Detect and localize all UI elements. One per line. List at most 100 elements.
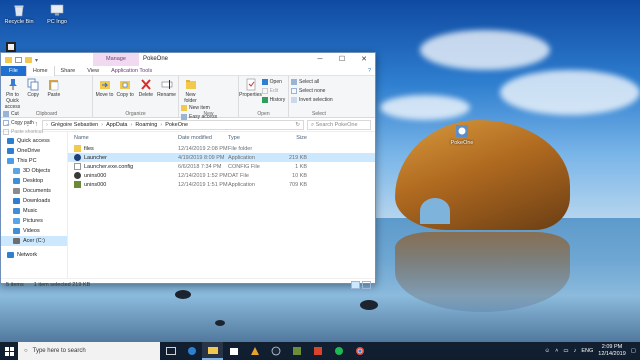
tab-view[interactable]: View — [81, 66, 105, 76]
select-none-button[interactable]: Select none — [291, 87, 333, 95]
open-label: Open — [269, 79, 282, 85]
nav-item-music[interactable]: Music — [1, 206, 67, 216]
tab-share[interactable]: Share — [55, 66, 82, 76]
people-icon[interactable]: ☺ — [545, 348, 551, 354]
paste-shortcut-icon — [3, 129, 9, 135]
manage-context-tab[interactable]: Manage — [93, 53, 139, 66]
tab-home[interactable]: Home — [25, 65, 55, 76]
notifications-icon[interactable]: ▢ — [631, 348, 636, 354]
invert-selection-button[interactable]: Invert selection — [291, 96, 333, 104]
chevron-down-icon[interactable]: ▾ — [35, 57, 38, 64]
steam-icon[interactable] — [265, 342, 286, 360]
recycle-bin-icon — [12, 3, 26, 17]
copy-button[interactable]: Copy — [24, 78, 43, 98]
history-button[interactable]: History — [261, 96, 285, 104]
breadcrumb-item[interactable]: Grégoire Sebastien — [51, 122, 98, 128]
store-icon[interactable] — [223, 342, 244, 360]
edge-icon[interactable] — [181, 342, 202, 360]
volume-icon[interactable]: ♪ — [574, 348, 577, 354]
nav-item-onedrive[interactable]: OneDrive — [1, 146, 67, 156]
desktop-icon-pc[interactable]: PC Ingo — [40, 3, 74, 25]
download-icon — [13, 198, 20, 204]
breadcrumb-item[interactable]: AppData — [106, 122, 127, 128]
cloud — [420, 30, 550, 70]
folder-icon[interactable] — [5, 56, 12, 63]
file-row[interactable]: files 12/14/2019 2:08 PM File folder — [68, 144, 375, 153]
nav-item-desktop[interactable]: Desktop — [1, 176, 67, 186]
nav-item-pictures[interactable]: Pictures — [1, 216, 67, 226]
file-explorer-icon[interactable] — [202, 342, 223, 360]
tab-application-tools[interactable]: Application Tools — [105, 66, 158, 76]
winamp-icon[interactable] — [244, 342, 265, 360]
dat-file-icon — [74, 172, 81, 179]
column-header-type[interactable]: Type — [228, 135, 279, 141]
help-icon[interactable]: ? — [368, 68, 375, 74]
nav-item-this-pc[interactable]: This PC — [1, 156, 67, 166]
file-row[interactable]: Launcher.exe.config 6/6/2018 7:34 PM CON… — [68, 162, 375, 171]
select-all-button[interactable]: Select all — [291, 78, 333, 86]
pin-quick-access-button[interactable]: Pin to Quick access — [3, 78, 22, 110]
rename-button[interactable]: Rename — [157, 78, 176, 98]
column-header-size[interactable]: Size — [279, 135, 310, 141]
nav-item-quick-access[interactable]: Quick access — [1, 136, 67, 146]
paste-shortcut-button[interactable]: Paste shortcut — [3, 128, 43, 136]
start-button[interactable] — [0, 342, 18, 360]
file-type: Application — [228, 154, 255, 161]
minecraft-icon[interactable] — [286, 342, 307, 360]
nav-item-network[interactable]: Network — [1, 250, 67, 260]
tab-file[interactable]: File — [1, 65, 26, 76]
music-icon — [13, 208, 20, 214]
new-folder-button[interactable]: New folder — [181, 78, 200, 104]
view-toggle — [351, 281, 375, 289]
title-bar[interactable]: ▾ Manage PokeOne ─ ☐ ✕ — [1, 53, 375, 66]
open-button[interactable]: Open — [261, 78, 286, 86]
close-button[interactable]: ✕ — [353, 53, 375, 66]
task-view-icon[interactable] — [160, 342, 181, 360]
minimize-button[interactable]: ─ — [309, 53, 331, 66]
breadcrumb-item[interactable]: Roaming — [135, 122, 157, 128]
column-header-name[interactable]: Name — [68, 135, 178, 141]
file-row-selected[interactable]: Launcher 4/19/2019 8:09 PM Application 2… — [68, 153, 375, 162]
clipboard-group: Pin to Quick access Copy Paste Cut Copy … — [1, 76, 93, 135]
edit-button[interactable]: Edit — [261, 87, 286, 95]
large-icons-view-icon[interactable] — [362, 281, 371, 289]
maximize-button[interactable]: ☐ — [331, 53, 353, 66]
rename-label: Rename — [157, 92, 176, 98]
search-input[interactable]: ⌕ Search PokeOne — [307, 119, 371, 130]
details-view-icon[interactable] — [351, 281, 360, 289]
red-app-icon[interactable] — [307, 342, 328, 360]
new-folder-icon[interactable] — [25, 56, 32, 63]
desktop-icon-recycle-bin[interactable]: Recycle Bin — [2, 3, 36, 25]
language-indicator[interactable]: ENG — [581, 348, 593, 354]
chrome-icon[interactable] — [349, 342, 370, 360]
column-header-date[interactable]: Date modified — [178, 135, 228, 141]
file-explorer-window: ▾ Manage PokeOne ─ ☐ ✕ File Home Share V… — [0, 52, 376, 289]
nav-label: Videos — [23, 228, 40, 234]
file-row[interactable]: unins000 12/14/2019 1:51 PM Application … — [68, 180, 375, 189]
move-to-button[interactable]: Move to — [95, 78, 114, 98]
pictures-icon — [13, 218, 20, 224]
properties-button[interactable]: Properties — [239, 78, 262, 98]
nav-item-downloads[interactable]: Downloads — [1, 196, 67, 206]
nav-item-documents[interactable]: Documents — [1, 186, 67, 196]
pin-icon — [8, 79, 17, 90]
breadcrumb[interactable]: › Grégoire Sebastien › AppData › Roaming… — [42, 119, 304, 130]
breadcrumb-item[interactable]: PokeOne — [165, 122, 188, 128]
delete-button[interactable]: Delete — [136, 78, 155, 98]
file-row[interactable]: unins000 12/14/2019 1:52 PM DAT File 10 … — [68, 171, 375, 180]
documents-icon — [13, 188, 20, 194]
show-hidden-icons-chevron-icon[interactable]: ˄ — [555, 348, 558, 354]
nav-item-3d-objects[interactable]: 3D Objects — [1, 166, 67, 176]
clock[interactable]: 2:09 PM 12/14/2019 — [598, 344, 626, 358]
refresh-icon[interactable]: ↻ — [295, 122, 303, 128]
properties-icon[interactable] — [15, 56, 22, 63]
copy-path-button[interactable]: Copy path — [3, 119, 43, 127]
taskbar-search-box[interactable]: ○ Type here to search — [18, 342, 160, 360]
spotify-icon[interactable] — [328, 342, 349, 360]
paste-button[interactable]: Paste — [44, 78, 63, 98]
nav-item-videos[interactable]: Videos — [1, 226, 67, 236]
network-tray-icon[interactable]: ▭ — [563, 348, 568, 354]
copy-to-button[interactable]: Copy to — [116, 78, 135, 98]
file-type: DAT File — [228, 172, 249, 179]
nav-item-acer-drive[interactable]: Acer (C:) — [1, 236, 67, 246]
